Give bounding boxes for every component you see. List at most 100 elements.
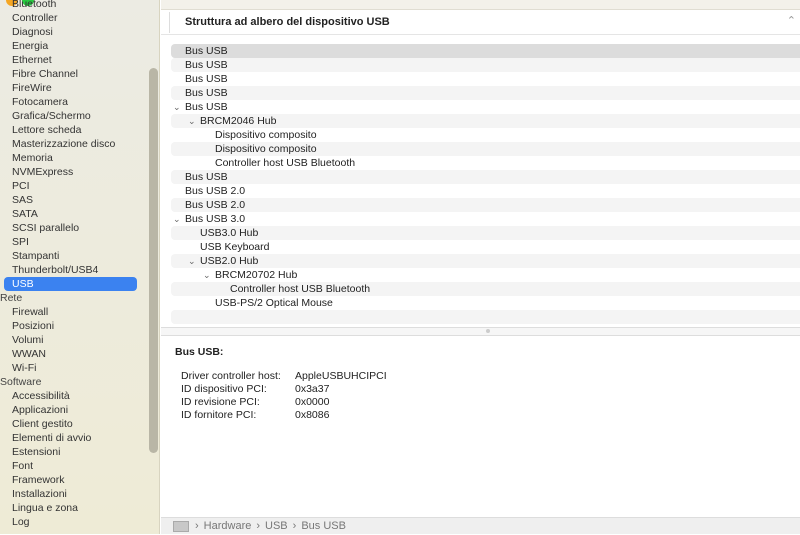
breadcrumb: › Hardware › USB › Bus USB	[161, 517, 800, 534]
tree-row-label: USB-PS/2 Optical Mouse	[215, 297, 333, 309]
sidebar-item[interactable]: Wi-Fi	[4, 361, 137, 375]
sidebar-item[interactable]: NVMExpress	[4, 165, 137, 179]
breadcrumb-item[interactable]: Bus USB	[301, 520, 346, 532]
sidebar-item[interactable]: Masterizzazione disco	[4, 137, 137, 151]
sidebar-item[interactable]: Firewall	[4, 305, 137, 319]
breadcrumb-item[interactable]: Hardware	[204, 520, 252, 532]
tree-row-label: USB Keyboard	[200, 241, 270, 253]
detail-pane: Bus USB: Driver controller host: AppleUSB…	[161, 336, 800, 517]
tree-row[interactable]: ⌄ USB2.0 Hub	[171, 254, 800, 268]
sidebar-item[interactable]: SATA	[4, 207, 137, 221]
tree-row-label: BRCM20702 Hub	[215, 269, 298, 281]
field-key: ID revisione PCI:	[181, 396, 260, 408]
breadcrumb-separator: ›	[256, 520, 261, 532]
sidebar-section-software: Software	[0, 376, 42, 388]
tree-row[interactable]: ⌄ BRCM2046 Hub	[171, 114, 800, 128]
tree-row[interactable]: Controller host USB Bluetooth	[171, 282, 800, 296]
tree-row[interactable]: Bus USB 2.0	[171, 198, 800, 212]
main-pane: Struttura ad albero del dispositivo USB …	[161, 0, 800, 534]
tree-row-label: Dispositivo composito	[215, 129, 317, 141]
sidebar-item[interactable]: Fotocamera	[4, 95, 137, 109]
sidebar-item[interactable]: Log	[4, 515, 137, 529]
toolbar-strip	[161, 0, 800, 10]
tree-row[interactable]: Dispositivo composito	[171, 128, 800, 142]
sidebar-item[interactable]: Installazioni	[4, 487, 137, 501]
sidebar-item[interactable]: SPI	[4, 235, 137, 249]
sidebar-item[interactable]: Ethernet	[4, 53, 137, 67]
tree-row[interactable]: ⌄ BRCM20702 Hub	[171, 268, 800, 282]
tree-row[interactable]: USB Keyboard	[171, 240, 800, 254]
sidebar-item[interactable]: Thunderbolt/USB4	[4, 263, 137, 277]
sidebar-item[interactable]: Stampanti	[4, 249, 137, 263]
sidebar-item[interactable]: SAS	[4, 193, 137, 207]
sidebar-item[interactable]: Estensioni	[4, 445, 137, 459]
sidebar-item[interactable]: Accessibilità	[4, 389, 137, 403]
chevron-down-icon[interactable]: ⌄	[173, 212, 185, 226]
tree-row-label: Bus USB 2.0	[185, 185, 246, 197]
sidebar-item[interactable]: Volumi	[4, 333, 137, 347]
sidebar-item[interactable]: Elementi di avvio	[4, 431, 137, 445]
sidebar-item[interactable]: Controller	[4, 11, 137, 25]
tree-row-label: Bus USB	[185, 87, 228, 99]
field-value: AppleUSBUHCIPCI	[295, 370, 387, 382]
sidebar-item[interactable]: Framework	[4, 473, 137, 487]
tree-row[interactable]: Bus USB	[171, 170, 800, 184]
tree-row[interactable]: ⌄ Bus USB 3.0	[171, 212, 800, 226]
tree-row[interactable]: USB3.0 Hub	[171, 226, 800, 240]
tree-row[interactable]: Bus USB 2.0	[171, 184, 800, 198]
tree-row[interactable]: Controller host USB Bluetooth	[171, 156, 800, 170]
tree-row[interactable]: Bus USB	[171, 86, 800, 100]
field-value: 0x8086	[295, 409, 330, 421]
chevron-up-icon[interactable]: ⌃	[787, 14, 796, 27]
sidebar-item[interactable]: USB	[4, 277, 137, 291]
detail-field: ID fornitore PCI: 0x8086	[181, 409, 329, 422]
sidebar-item[interactable]: Memoria	[4, 151, 137, 165]
tree-row[interactable]: ⌄ Bus USB	[171, 100, 800, 114]
sidebar-scrollbar[interactable]	[149, 68, 158, 453]
sidebar-item[interactable]: Grafica/Schermo	[4, 109, 137, 123]
sidebar-item[interactable]: Diagnosi	[4, 25, 137, 39]
sidebar-item[interactable]: Lettore scheda	[4, 123, 137, 137]
sidebar-item[interactable]: Posizioni	[4, 319, 137, 333]
tree-row[interactable]: USB-PS/2 Optical Mouse	[171, 296, 800, 310]
tree-row-label: Bus USB	[185, 73, 228, 85]
detail-field: ID revisione PCI: 0x0000	[181, 396, 329, 409]
divider-handle[interactable]	[486, 329, 490, 333]
sidebar-item[interactable]: FireWire	[4, 81, 137, 95]
chevron-down-icon[interactable]: ⌄	[203, 268, 215, 282]
breadcrumb-item[interactable]: USB	[265, 520, 288, 532]
tree-row-label: Bus USB	[185, 101, 228, 113]
tree-row-empty	[171, 310, 800, 324]
sidebar-item[interactable]: SCSI parallelo	[4, 221, 137, 235]
sidebar-item[interactable]: Energia	[4, 39, 137, 53]
tree-row[interactable]: Dispositivo composito	[171, 142, 800, 156]
tree-row[interactable]: Bus USB	[171, 72, 800, 86]
sidebar-item[interactable]: Font	[4, 459, 137, 473]
field-value: 0x0000	[295, 396, 330, 408]
chevron-down-icon[interactable]: ⌄	[188, 254, 200, 268]
tree-row[interactable]: Bus USB	[171, 44, 800, 58]
split-divider[interactable]	[161, 327, 800, 336]
tree-row-label: Bus USB 3.0	[185, 213, 246, 225]
tree-row-label: Controller host USB Bluetooth	[215, 157, 356, 169]
tree-row-label: USB3.0 Hub	[200, 227, 259, 239]
header-separator	[169, 12, 170, 33]
computer-icon	[173, 520, 189, 532]
sidebar-item[interactable]: WWAN	[4, 347, 137, 361]
sidebar-item[interactable]: Lingua e zona	[4, 501, 137, 515]
sidebar-item[interactable]: Applicazioni	[4, 403, 137, 417]
chevron-down-icon[interactable]: ⌄	[188, 114, 200, 128]
tree-row-label: USB2.0 Hub	[200, 255, 259, 267]
chevron-down-icon[interactable]: ⌄	[173, 100, 185, 114]
tree-row-label: Controller host USB Bluetooth	[230, 283, 371, 295]
field-key: Driver controller host:	[181, 370, 281, 382]
breadcrumb-separator: ›	[292, 520, 297, 532]
tree-row[interactable]: Bus USB	[171, 58, 800, 72]
sidebar-item[interactable]: Fibre Channel	[4, 67, 137, 81]
detail-field: Driver controller host: AppleUSBUHCIPCI	[181, 370, 387, 383]
sidebar-item[interactable]: Bluetooth	[4, 0, 137, 11]
tree-row-label: Bus USB	[185, 45, 228, 57]
sidebar-item[interactable]: Client gestito	[4, 417, 137, 431]
tree-row-label: Bus USB	[185, 59, 228, 71]
sidebar-item[interactable]: PCI	[4, 179, 137, 193]
